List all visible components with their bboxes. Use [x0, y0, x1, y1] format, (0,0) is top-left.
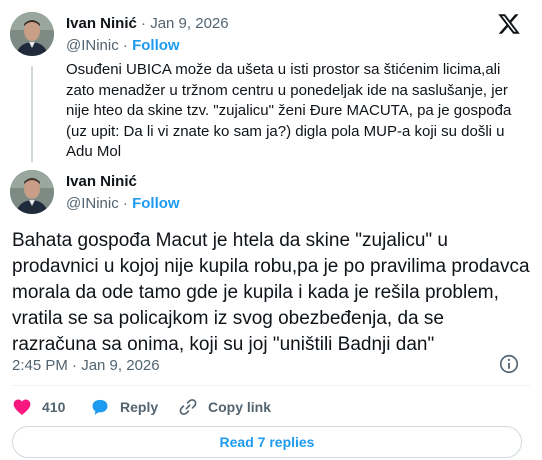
- x-logo-icon[interactable]: [497, 12, 521, 36]
- like-button[interactable]: 410: [12, 396, 65, 418]
- read-replies-button[interactable]: Read 7 replies: [12, 426, 522, 458]
- main-tweet-header: Ivan Ninić: [66, 172, 137, 192]
- avatar[interactable]: [10, 12, 54, 56]
- author-handle[interactable]: @INinic: [66, 37, 119, 54]
- author-name[interactable]: Ivan Ninić: [66, 15, 137, 32]
- like-count: 410: [42, 399, 66, 415]
- thread-connector-line: [31, 66, 33, 162]
- follow-button[interactable]: Follow: [132, 37, 180, 54]
- quoted-tweet-text: Osuđeni UBICA može da ušeta u isti prost…: [66, 61, 512, 160]
- tweet-timestamp[interactable]: 2:45 PM · Jan 9, 2026: [12, 356, 160, 376]
- reply-button[interactable]: Reply: [90, 396, 158, 418]
- link-icon: [179, 399, 197, 415]
- copy-link-button[interactable]: Copy link: [178, 396, 271, 418]
- reply-bubble-icon: [92, 399, 108, 415]
- author-name[interactable]: Ivan Ninić: [66, 173, 137, 190]
- embedded-tweet-card: Ivan Ninić · Jan 9, 2026 @INinic · Follo…: [0, 0, 542, 460]
- heart-icon: [13, 399, 31, 415]
- divider: [12, 385, 530, 386]
- follow-button[interactable]: Follow: [132, 195, 180, 212]
- copy-link-label: Copy link: [208, 399, 272, 415]
- quoted-tweet-handle-line: @INinic · Follow: [66, 36, 180, 56]
- avatar-photo-icon: [10, 12, 54, 56]
- main-tweet-handle-line: @INinic · Follow: [66, 194, 180, 214]
- quoted-tweet-header: Ivan Ninić · Jan 9, 2026: [66, 14, 229, 34]
- author-handle[interactable]: @INinic: [66, 195, 119, 212]
- avatar-photo-icon: [10, 170, 54, 214]
- reply-label: Reply: [120, 399, 159, 415]
- handle-separator: ·: [118, 37, 133, 54]
- main-tweet-text: Bahata gospođa Macut je htela da skine "…: [12, 230, 530, 355]
- info-icon[interactable]: [498, 353, 520, 375]
- tweet-date[interactable]: Jan 9, 2026: [150, 15, 228, 32]
- handle-separator: ·: [118, 195, 133, 212]
- header-separator: ·: [136, 15, 151, 32]
- avatar[interactable]: [10, 170, 54, 214]
